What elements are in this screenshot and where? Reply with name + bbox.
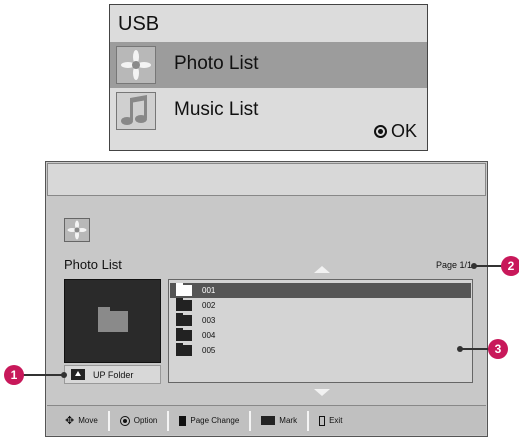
list-item[interactable]: 002: [170, 298, 471, 313]
list-item[interactable]: 004: [170, 328, 471, 343]
option-button[interactable]: Option: [110, 406, 168, 435]
exit-icon: [319, 415, 326, 426]
page-indicator: Page 1/1: [436, 260, 473, 270]
list-item[interactable]: 003: [170, 313, 471, 328]
menu-item-label: Music List: [174, 99, 259, 120]
folder-preview-icon: [98, 307, 128, 332]
photo-list-panel: Photo List Page 1/1 UP Folder 001 002 00…: [45, 161, 488, 437]
callout-dot: [471, 263, 477, 269]
usb-menu-title: USB: [118, 13, 160, 35]
preview-pane: [64, 279, 161, 363]
file-name: 001: [202, 286, 216, 295]
callout-dot: [457, 346, 463, 352]
callout-line: [20, 374, 64, 376]
ok-button-icon: [373, 125, 387, 138]
option-label: Option: [133, 416, 158, 425]
callout-line: [474, 265, 504, 267]
panel-title: Photo List: [64, 257, 122, 272]
file-name: 005: [202, 346, 216, 355]
callout-dot: [61, 372, 67, 378]
photo-thumbnail-icon: [116, 46, 156, 84]
scroll-up-arrow-icon[interactable]: [314, 266, 330, 273]
callout-1: 1: [4, 365, 24, 385]
callout-3: 3: [488, 339, 508, 359]
file-name: 004: [202, 331, 216, 340]
mark-button[interactable]: Mark: [251, 406, 307, 435]
file-list: 001 002 003 004 005: [168, 279, 473, 383]
menu-item-photo-list[interactable]: Photo List: [110, 42, 427, 88]
list-item[interactable]: 001: [170, 283, 471, 298]
page-change-button[interactable]: Page Change: [169, 406, 249, 435]
move-hint: ✥ Move: [47, 406, 108, 435]
ok-hint: OK: [373, 121, 417, 142]
up-folder-icon: [71, 369, 85, 380]
usb-menu: USB Photo List Music List OK: [109, 4, 428, 151]
mark-label: Mark: [279, 416, 298, 425]
list-item[interactable]: 005: [170, 343, 471, 358]
exit-button[interactable]: Exit: [309, 406, 352, 435]
file-name: 003: [202, 316, 216, 325]
file-name: 002: [202, 301, 216, 310]
folder-icon: [176, 313, 192, 326]
folder-icon: [176, 283, 192, 296]
panel-top-bar: [47, 163, 486, 196]
ok-label: OK: [390, 121, 417, 141]
page-change-icon: [179, 415, 187, 426]
folder-icon: [176, 343, 192, 356]
callout-2: 2: [501, 256, 519, 276]
menu-item-label: Photo List: [174, 53, 259, 74]
scroll-down-arrow-icon[interactable]: [314, 389, 330, 396]
move-label: Move: [78, 416, 98, 425]
up-folder-label: UP Folder: [93, 369, 134, 380]
up-folder-button[interactable]: UP Folder: [64, 365, 161, 384]
move-arrows-icon: ✥: [65, 415, 75, 427]
bottom-control-bar: ✥ Move Option Page Change Mark Exit: [47, 405, 486, 435]
folder-icon: [176, 328, 192, 341]
folder-icon: [176, 298, 192, 311]
exit-label: Exit: [329, 416, 343, 425]
page-change-label: Page Change: [190, 416, 240, 425]
mark-icon: [261, 416, 276, 425]
photo-thumbnail-icon: [64, 218, 90, 242]
music-note-icon: [116, 92, 156, 130]
option-icon: [119, 415, 130, 426]
